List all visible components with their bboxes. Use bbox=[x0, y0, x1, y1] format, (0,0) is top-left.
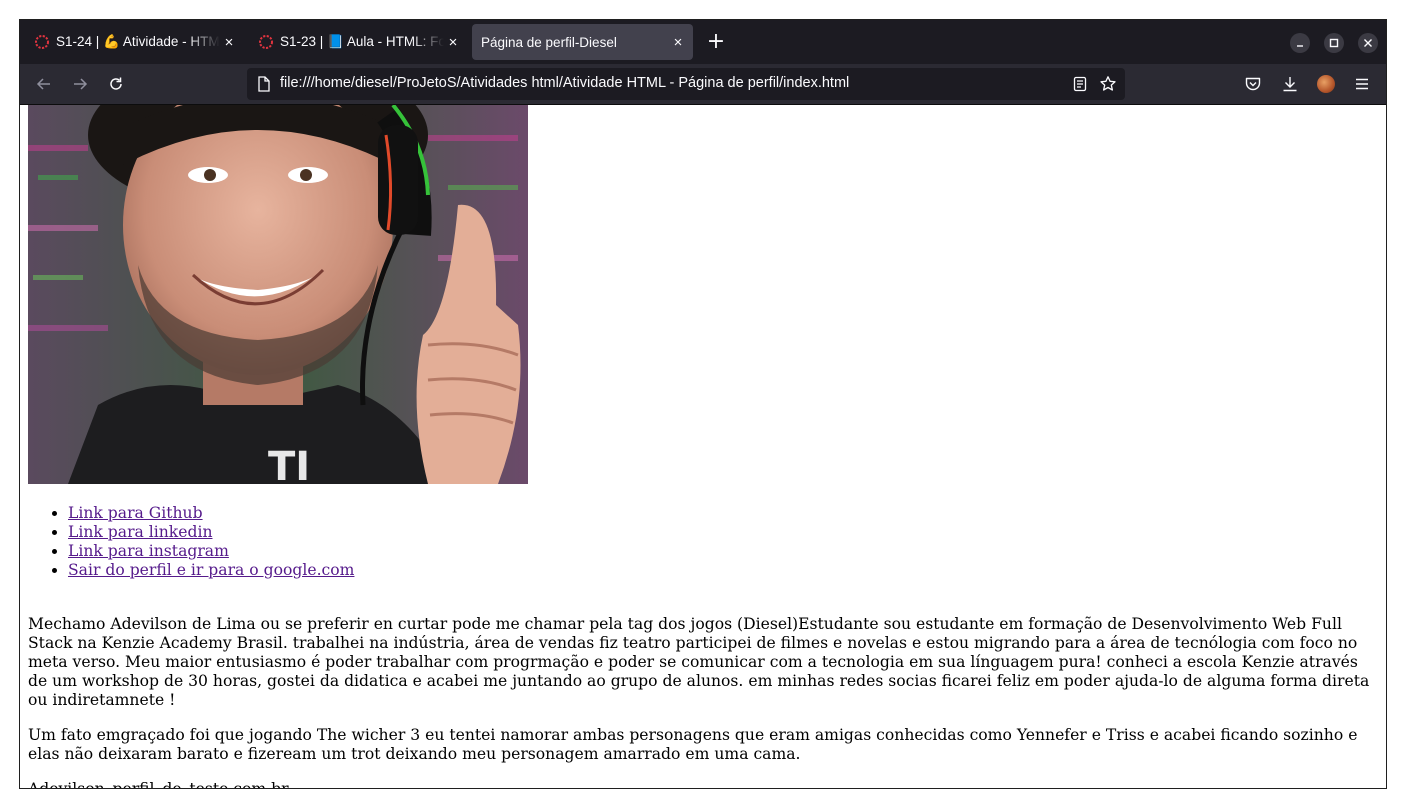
navigation-bar: file:///home/diesel/ProJetoS/Atividades … bbox=[20, 64, 1386, 105]
tab-title: S1-23 | 📘 Aula - HTML: Fo bbox=[280, 34, 444, 49]
google-link[interactable]: Sair do perfil e ir para o google.com bbox=[68, 561, 354, 579]
tab-strip: S1-24 | 💪 Atividade - HTML: Fo × S1-23 |… bbox=[20, 20, 1386, 64]
github-link[interactable]: Link para Github bbox=[68, 504, 203, 522]
close-tab-icon[interactable]: × bbox=[669, 34, 687, 51]
fun-fact-paragraph: Um fato emgraçado foi que jogando The wi… bbox=[28, 726, 1358, 763]
page-icon bbox=[258, 76, 270, 92]
back-icon[interactable] bbox=[35, 75, 53, 93]
maximize-button[interactable] bbox=[1324, 33, 1344, 53]
close-icon bbox=[1364, 39, 1372, 47]
tab-s1-23[interactable]: S1-23 | 📘 Aula - HTML: Fo × bbox=[248, 24, 468, 60]
browser-window: S1-24 | 💪 Atividade - HTML: Fo × S1-23 |… bbox=[19, 19, 1387, 789]
instagram-link[interactable]: Link para instagram bbox=[68, 542, 229, 560]
reader-view-icon[interactable] bbox=[1072, 76, 1088, 92]
close-tab-icon[interactable]: × bbox=[444, 34, 462, 51]
list-item: Link para Github bbox=[68, 504, 354, 523]
tab-perfil-diesel[interactable]: Página de perfil-Diesel × bbox=[472, 24, 693, 60]
profile-photo-image: TI bbox=[28, 105, 528, 484]
reload-icon[interactable] bbox=[107, 75, 125, 93]
list-item: Link para instagram bbox=[68, 542, 354, 561]
close-tab-icon[interactable]: × bbox=[220, 34, 238, 51]
url-text[interactable]: file:///home/diesel/ProJetoS/Atividades … bbox=[280, 75, 849, 91]
list-item: Link para linkedin bbox=[68, 523, 354, 542]
download-icon[interactable] bbox=[1281, 75, 1299, 93]
forward-icon[interactable] bbox=[71, 75, 89, 93]
minimize-icon bbox=[1297, 45, 1303, 47]
maximize-icon bbox=[1329, 38, 1339, 48]
kenzie-ring-icon bbox=[259, 35, 273, 49]
close-window-button[interactable] bbox=[1358, 33, 1378, 53]
page-content: TI • Link para Github • Link para linked… bbox=[20, 105, 1386, 789]
tab-title: S1-24 | 💪 Atividade - HTML: Fo bbox=[56, 34, 220, 49]
account-avatar[interactable] bbox=[1317, 75, 1335, 93]
new-tab-button[interactable]: + bbox=[703, 28, 729, 56]
bio-paragraph: Mechamo Adevilson de Lima ou se preferir… bbox=[28, 615, 1370, 709]
list-item: Sair do perfil e ir para o google.com bbox=[68, 561, 354, 580]
bookmark-star-icon[interactable] bbox=[1099, 75, 1117, 93]
footer-text: Adevilson_perfil_de_teste.com.br bbox=[28, 780, 289, 789]
url-bar[interactable]: file:///home/diesel/ProJetoS/Atividades … bbox=[247, 68, 1125, 100]
pocket-icon[interactable] bbox=[1244, 75, 1262, 93]
menu-icon[interactable] bbox=[1353, 75, 1371, 93]
tab-s1-24[interactable]: S1-24 | 💪 Atividade - HTML: Fo × bbox=[24, 24, 244, 60]
kenzie-ring-icon bbox=[35, 35, 49, 49]
svg-text:TI: TI bbox=[268, 444, 310, 484]
profile-photo: TI bbox=[28, 105, 528, 484]
social-links-list: Link para Github Link para linkedin Link… bbox=[28, 504, 354, 580]
linkedin-link[interactable]: Link para linkedin bbox=[68, 523, 213, 541]
tab-title: Página de perfil-Diesel bbox=[481, 34, 617, 50]
minimize-button[interactable] bbox=[1290, 33, 1310, 53]
